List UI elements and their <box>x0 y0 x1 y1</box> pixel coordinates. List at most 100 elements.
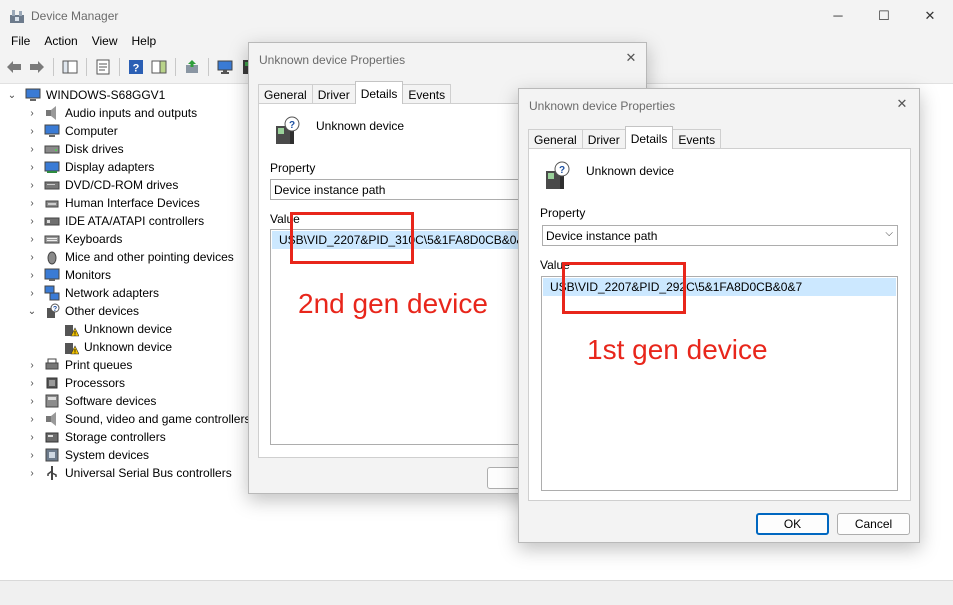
back-arrow-icon[interactable] <box>4 57 24 77</box>
menu-action[interactable]: Action <box>37 31 84 52</box>
sound-icon <box>46 412 56 426</box>
tree-item-label: Monitors <box>65 268 112 282</box>
annotation-1st-gen: 1st gen device <box>587 334 768 365</box>
chevron-right-icon[interactable]: › <box>27 234 37 245</box>
unknown-device-icon: ? <box>276 116 300 144</box>
menu-view[interactable]: View <box>85 31 125 52</box>
tree-root-label: WINDOWS-S68GGV1 <box>46 88 166 102</box>
tab-details[interactable]: Details <box>624 126 674 149</box>
chevron-right-icon[interactable]: › <box>27 252 37 263</box>
svg-text:?: ? <box>559 165 565 176</box>
menu-help[interactable]: Help <box>125 31 164 52</box>
svg-text:!: ! <box>74 349 76 355</box>
chevron-right-icon[interactable]: › <box>27 162 37 173</box>
menu-file[interactable]: File <box>4 31 37 52</box>
properties-icon[interactable] <box>93 57 113 77</box>
scan-hardware-icon[interactable] <box>215 57 235 77</box>
tab-events[interactable]: Events <box>402 84 452 104</box>
property-value: Device instance path <box>546 229 658 243</box>
tree-item-label: IDE ATA/ATAPI controllers <box>65 214 205 228</box>
close-icon[interactable]: ✕ <box>892 94 912 114</box>
property-label: Property <box>270 161 316 175</box>
display-icon <box>44 161 60 173</box>
tab-general[interactable]: General <box>528 129 583 149</box>
chevron-right-icon[interactable]: › <box>27 432 37 443</box>
svg-text:?: ? <box>289 120 295 131</box>
tab-general[interactable]: General <box>258 84 313 104</box>
chevron-right-icon[interactable]: › <box>27 126 37 137</box>
tab-strip: General Driver Details Events <box>528 126 722 149</box>
ide-icon <box>44 217 60 226</box>
tree-item-label: Sound, video and game controllers <box>65 412 251 426</box>
chevron-right-icon[interactable]: › <box>27 468 37 479</box>
chevron-right-icon[interactable]: › <box>27 270 37 281</box>
tree-item-label: Storage controllers <box>65 430 166 444</box>
tab-strip: General Driver Details Events <box>258 81 452 104</box>
chevron-right-icon[interactable]: › <box>27 414 37 425</box>
toolbar-separator <box>53 58 54 76</box>
highlight-box-1st-gen <box>562 262 686 314</box>
property-combo[interactable]: Device instance path ⌵ <box>542 225 898 246</box>
print-icon <box>45 358 59 370</box>
ok-button[interactable]: OK <box>756 513 829 535</box>
chevron-down-icon[interactable]: ⌵ <box>885 228 893 239</box>
toolbar-separator <box>208 58 209 76</box>
mouse-icon <box>47 251 57 265</box>
chevron-right-icon[interactable]: › <box>27 396 37 407</box>
chevron-right-icon[interactable]: › <box>27 288 37 299</box>
tree-item-label: Computer <box>65 124 118 138</box>
chevron-right-icon[interactable]: › <box>27 144 37 155</box>
tab-events[interactable]: Events <box>672 129 722 149</box>
minimize-button[interactable]: ─ <box>815 0 861 31</box>
help-icon[interactable]: ? <box>126 57 146 77</box>
property-value: Device instance path <box>274 183 386 197</box>
update-driver-icon[interactable] <box>182 57 202 77</box>
chevron-right-icon[interactable]: › <box>27 180 37 191</box>
tree-item-label: Keyboards <box>65 232 123 246</box>
close-button[interactable]: ✕ <box>907 0 953 31</box>
chevron-down-icon[interactable]: ⌄ <box>7 90 17 101</box>
tree-item-label: DVD/CD-ROM drives <box>65 178 179 192</box>
tab-driver[interactable]: Driver <box>311 84 356 104</box>
chevron-right-icon[interactable]: › <box>27 216 37 227</box>
details-panel: ? Unknown device Property Device instanc… <box>528 148 911 501</box>
tree-item-label: Software devices <box>65 394 157 408</box>
cancel-button[interactable]: Cancel <box>837 513 910 535</box>
tree-item-label: Human Interface Devices <box>65 196 200 210</box>
audio-icon <box>46 106 56 120</box>
software-icon <box>45 394 59 408</box>
device-manager-icon <box>10 10 24 23</box>
toolbar-separator <box>119 58 120 76</box>
usb-icon <box>47 466 57 480</box>
svg-text:!: ! <box>74 331 76 337</box>
disk-icon <box>44 145 60 154</box>
toolbar-separator <box>175 58 176 76</box>
dialog-title: Unknown device Properties <box>529 99 676 113</box>
properties-dialog-front: Unknown device Properties ✕ General Driv… <box>518 88 920 543</box>
show-hide-console-tree-icon[interactable] <box>60 57 80 77</box>
tree-item-label: Display adapters <box>65 160 155 174</box>
chevron-right-icon[interactable]: › <box>27 108 37 119</box>
dvd-icon <box>44 181 60 190</box>
device-name: Unknown device <box>316 119 405 133</box>
svg-text:?: ? <box>133 63 140 75</box>
hid-icon <box>45 200 59 208</box>
highlight-box-2nd-gen <box>290 212 414 264</box>
close-icon[interactable]: ✕ <box>621 48 641 68</box>
chevron-right-icon[interactable]: › <box>27 198 37 209</box>
title-bar: Device Manager ─ ☐ ✕ <box>0 0 953 31</box>
tab-driver[interactable]: Driver <box>581 129 626 149</box>
chevron-right-icon[interactable]: › <box>27 360 37 371</box>
other-icon: ? <box>47 303 60 318</box>
computer-icon <box>25 88 41 101</box>
forward-arrow-icon[interactable] <box>27 57 47 77</box>
chevron-right-icon[interactable]: › <box>27 378 37 389</box>
action-pane-icon[interactable] <box>149 57 169 77</box>
tab-details[interactable]: Details <box>354 81 404 104</box>
tree-item-label: Print queues <box>65 358 133 372</box>
tree-item-label: Mice and other pointing devices <box>65 250 234 264</box>
chevron-right-icon[interactable]: › <box>27 450 37 461</box>
chevron-down-icon[interactable]: ⌄ <box>27 306 37 317</box>
maximize-button[interactable]: ☐ <box>861 0 907 31</box>
tree-item-label: System devices <box>65 448 150 462</box>
